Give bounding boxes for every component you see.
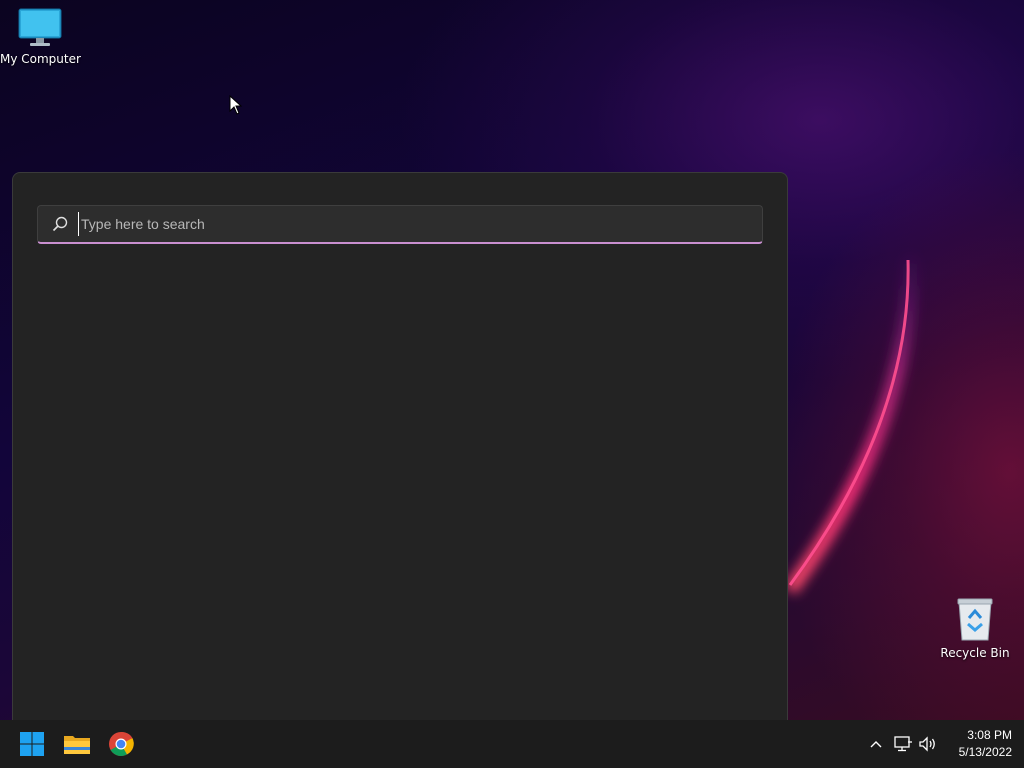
- desktop: My Computer Recycle Bin Type here to sea…: [0, 0, 1024, 768]
- clock-date: 5/13/2022: [958, 745, 1012, 759]
- my-computer-label: My Computer: [0, 52, 81, 66]
- recycle-bin-icon-item[interactable]: Recycle Bin: [935, 596, 1015, 660]
- monitor-icon: [18, 8, 62, 46]
- search-icon: [52, 216, 68, 232]
- chrome-icon: [109, 731, 134, 757]
- mouse-cursor-icon: [229, 95, 243, 115]
- chrome-button[interactable]: [101, 724, 141, 764]
- my-computer-icon-item[interactable]: My Computer: [0, 8, 81, 66]
- windows-logo-icon: [20, 732, 44, 756]
- clock-time: 3:08 PM: [967, 728, 1012, 742]
- taskbar: 3:08 PM 5/13/2022: [0, 720, 1024, 768]
- network-icon[interactable]: [893, 734, 913, 754]
- volume-icon[interactable]: [918, 734, 938, 754]
- recycle-bin-icon: [957, 598, 993, 641]
- search-box[interactable]: [37, 205, 763, 244]
- folder-icon: [64, 736, 90, 754]
- file-explorer-button[interactable]: [57, 724, 97, 764]
- recycle-bin-label: Recycle Bin: [940, 646, 1010, 660]
- taskbar-clock[interactable]: 3:08 PM 5/13/2022: [940, 727, 1012, 761]
- start-button[interactable]: [12, 724, 52, 764]
- chevron-up-icon[interactable]: [866, 734, 886, 754]
- search-input[interactable]: [78, 212, 751, 236]
- search-panel: [12, 172, 788, 720]
